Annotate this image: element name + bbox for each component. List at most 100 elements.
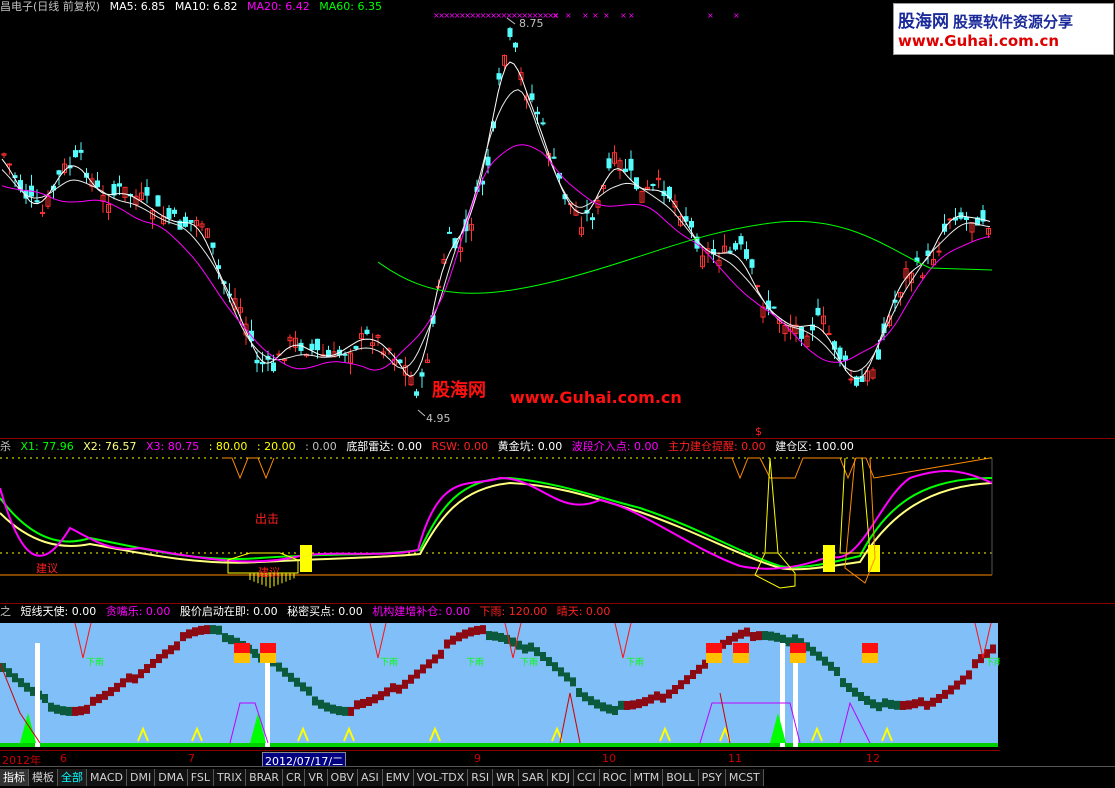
candle-body [848,378,854,381]
trend-step [408,674,414,684]
build-spike [839,457,871,554]
candle-body [529,93,535,100]
trend-step [744,627,750,637]
tab-mtm[interactable]: MTM [630,769,664,786]
tab-dmi[interactable]: DMI [126,769,156,786]
ind1-x1: X1: 77.96 [20,440,74,453]
tab-mcst[interactable]: MCST [725,769,764,786]
tab-psy[interactable]: PSY [698,769,726,786]
trend-step [138,669,144,679]
tab-emv[interactable]: EMV [382,769,414,786]
trend-step [492,631,498,641]
trend-step [930,697,936,707]
trend-step [318,699,324,709]
trend-step [612,706,618,716]
marker-x: × [603,11,610,20]
tab-voltdx[interactable]: VOL-TDX [413,769,469,786]
logo-url: www.Guhai.com.cn [898,32,1060,50]
high-price-label: 8.75 [519,17,544,30]
ind1-item: 杀 [0,440,11,453]
ma5-label: MA5: 6.85 [109,0,166,13]
trend-step [192,627,198,637]
ind1-x3: X3: 80.75 [145,440,200,453]
trend-step [294,677,300,687]
candle-body [172,209,177,214]
tab-[interactable]: 模板 [29,769,58,786]
trend-step [444,639,450,649]
tab-wr[interactable]: WR [493,769,519,786]
trend-step [846,683,852,693]
trend-step [528,642,534,652]
candle-body [34,200,40,203]
ma5-line [1,61,991,380]
trend-step [42,694,48,704]
candle-body [496,73,502,80]
candle-body [964,216,969,220]
ma20-label: MA20: 6.42 [247,0,310,13]
trend-step [12,673,18,683]
ind2-item: 之 [0,605,11,618]
candle-body [590,217,595,221]
trend-step [900,700,906,710]
tab-kdj[interactable]: KDJ [548,769,574,786]
candle-body [282,359,287,362]
tab-sar[interactable]: SAR [518,769,549,786]
ind1-bottom-radar: 底部雷达: 0.00 [346,440,423,453]
tab-boll[interactable]: BOLL [663,769,699,786]
indicator-chart-1[interactable] [0,438,1000,603]
date-tick: 10 [602,752,616,765]
ind2-sunny: 晴天: 0.00 [556,605,611,618]
trend-step [288,672,294,682]
trend-step [756,631,762,641]
tab-asi[interactable]: ASI [357,769,383,786]
trend-step [462,629,468,639]
candle-body [771,306,777,309]
ma10-line [1,89,991,373]
tab-roc[interactable]: ROC [599,769,631,786]
trend-step [330,704,336,714]
trend-step [324,702,330,712]
signal-notch [222,457,275,480]
tab-trix[interactable]: TRIX [213,769,247,786]
yellow-block [260,653,276,663]
ind1-build-zone: 建仓区: 100.00 [775,440,854,453]
tab-cci[interactable]: CCI [573,769,600,786]
trend-step [156,654,162,664]
candle-body [166,208,172,219]
tab-fsl[interactable]: FSL [187,769,214,786]
tab-brar[interactable]: BRAR [246,769,284,786]
trend-step [210,625,216,635]
ma10-label: MA10: 6.82 [174,0,238,13]
ind1-rsw: RSW: 0.00 [431,440,489,453]
tab-obv[interactable]: OBV [327,769,358,786]
trend-step [774,632,780,642]
marker-x: × [620,11,627,20]
candle-body [183,216,188,227]
marker-x: × [582,11,589,20]
candle-body [689,220,694,228]
candle-body [95,180,100,188]
trend-step [486,631,492,641]
candle-body [254,359,260,364]
candle-body [78,149,84,153]
tab-dma[interactable]: DMA [155,769,188,786]
yellow-bar [823,545,835,572]
trend-step [468,627,474,637]
tab-cr[interactable]: CR [283,769,306,786]
ind1-band-entry: 波段介入点: 0.00 [571,440,659,453]
trend-step [966,670,972,680]
price-chart[interactable]: ××××××××××××××××××××××××× × × × × × × × × [0,0,1000,438]
tab-macd[interactable]: MACD [87,769,127,786]
tab-[interactable]: 指标 [0,769,29,786]
trend-step [6,668,12,678]
ind2-short-angel: 短线天使: 0.00 [20,605,97,618]
tab-rsi[interactable]: RSI [468,769,494,786]
trend-step [426,659,432,669]
trend-step [336,706,342,716]
trend-step [360,698,366,708]
indicator-chart-2[interactable]: 下雨 下雨 下雨 下雨 下雨 下雨 [0,603,1000,749]
candle-body [309,343,315,351]
trend-step [372,694,378,704]
tab-[interactable]: 全部 [58,769,87,786]
tab-vr[interactable]: VR [305,769,328,786]
